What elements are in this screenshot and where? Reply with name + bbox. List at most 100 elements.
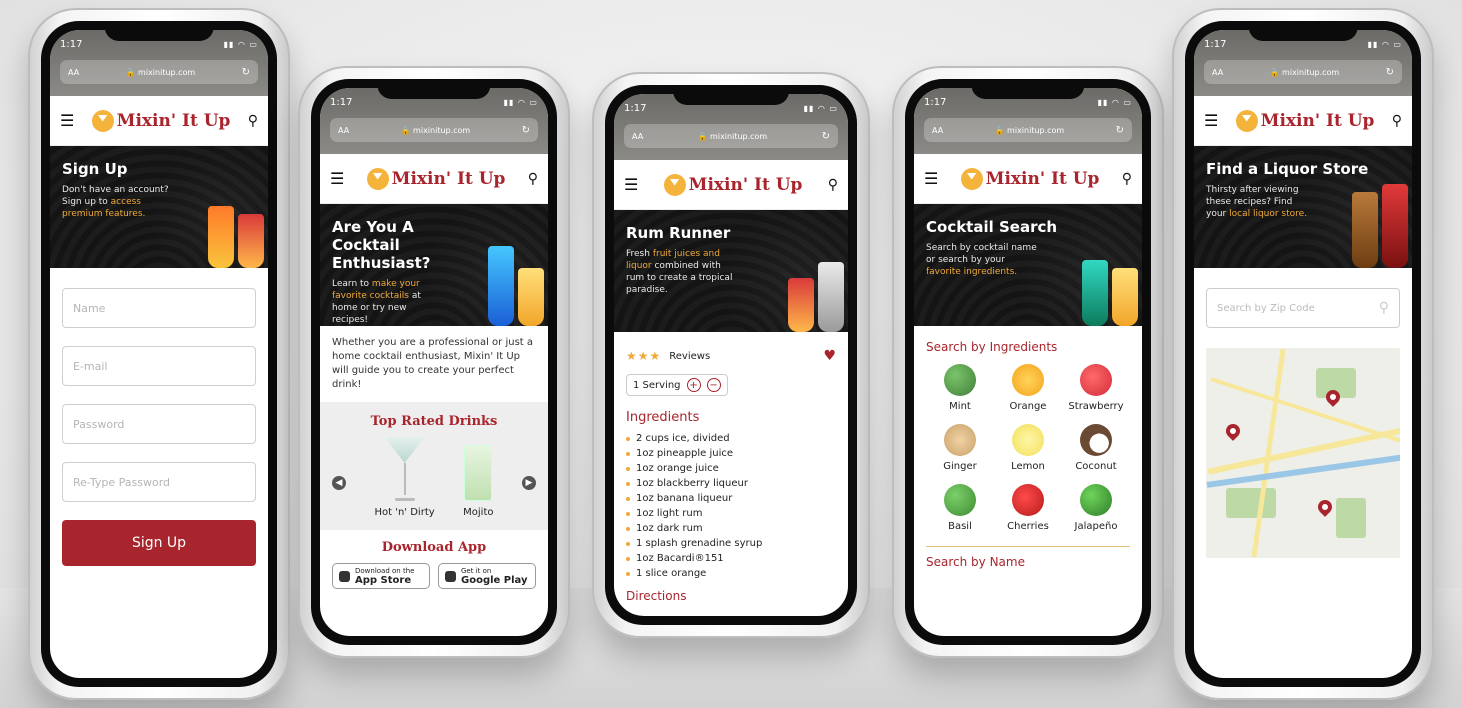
signal-wifi-battery-icon: ▮▮ ◠ ▭	[1367, 39, 1402, 49]
shaker-image	[818, 262, 844, 332]
brand-logo[interactable]: Mixin' It Up	[366, 167, 506, 190]
status-time: 1:17	[624, 102, 647, 114]
url-bar[interactable]: AA 🔒 mixinitup.com ↻	[60, 60, 258, 84]
reload-icon[interactable]: ↻	[1116, 125, 1124, 136]
app-store-button[interactable]: Download on the App Store	[332, 563, 430, 589]
signal-wifi-battery-icon: ▮▮ ◠ ▭	[503, 97, 538, 107]
top-rated-section: Top Rated Drinks ◀ Hot 'n' Dirty Mojito …	[320, 402, 548, 530]
screen-signup: 1:17 ▮▮ ◠ ▭ AA 🔒 mixinitup.com ↻ ☰ Mixin' I…	[50, 30, 268, 678]
ingredient-ginger[interactable]: Ginger	[926, 424, 994, 472]
cocktail-glass-icon	[960, 167, 983, 190]
ingredient-lemon[interactable]: Lemon	[994, 424, 1062, 472]
hero-title: Sign Up	[62, 160, 128, 178]
brand-logo[interactable]: Mixin' It Up	[960, 167, 1099, 190]
zip-search-input[interactable]: Search by Zip Code ⚲	[1206, 288, 1400, 328]
google-play-button[interactable]: Get it on Google Play	[438, 563, 536, 589]
ingredient-orange[interactable]: Orange	[994, 364, 1062, 412]
menu-icon[interactable]: ☰	[924, 169, 938, 188]
home-content: Whether you are a professional or just a…	[320, 326, 548, 636]
mojito-glass-image	[464, 445, 493, 501]
favorite-heart-icon[interactable]: ♥	[823, 348, 836, 364]
lemon-icon	[1012, 424, 1044, 456]
hero-highlight-link[interactable]: local liquor store.	[1229, 209, 1307, 219]
text-size-button[interactable]: AA	[632, 132, 643, 141]
search-content: Search by Ingredients Mint Orange Strawb…	[914, 326, 1142, 636]
password-field[interactable]: Password	[62, 404, 256, 444]
ingredient-jalapeno[interactable]: Jalapeño	[1062, 484, 1130, 532]
menu-icon[interactable]: ☰	[60, 111, 74, 130]
signal-wifi-battery-icon: ▮▮ ◠ ▭	[223, 39, 258, 49]
minus-icon[interactable]: −	[706, 378, 721, 392]
store-pin-icon[interactable]	[1223, 421, 1243, 441]
search-icon[interactable]: ⚲	[1122, 171, 1132, 187]
text-size-button[interactable]: AA	[1212, 68, 1223, 77]
brand-name: Mixin' It Up	[688, 174, 803, 195]
store-pin-icon[interactable]	[1315, 497, 1335, 517]
reviews-link[interactable]: Reviews	[669, 351, 823, 362]
serving-value: 1 Serving	[633, 379, 681, 391]
reload-icon[interactable]: ↻	[1386, 67, 1394, 78]
cocktail-glass-icon	[1235, 109, 1258, 132]
drink-card[interactable]: Hot 'n' Dirty	[374, 437, 435, 518]
name-field[interactable]: Name	[62, 288, 256, 328]
cocktail-glass-icon	[366, 167, 389, 190]
reload-icon[interactable]: ↻	[242, 67, 250, 78]
ingredient-coconut[interactable]: Coconut	[1062, 424, 1130, 472]
reload-icon[interactable]: ↻	[822, 131, 830, 142]
drink-card[interactable]: Mojito	[463, 445, 494, 518]
carousel-prev-icon[interactable]: ◀	[332, 476, 346, 490]
status-time: 1:17	[330, 96, 353, 108]
sign-up-button[interactable]: Sign Up	[62, 520, 256, 566]
url-bar[interactable]: AA 🔒 mixinitup.com ↻	[924, 118, 1132, 142]
brand-logo[interactable]: Mixin' It Up	[663, 173, 803, 196]
brand-logo[interactable]: Mixin' It Up	[1235, 109, 1374, 132]
menu-icon[interactable]: ☰	[1204, 111, 1218, 130]
retype-password-field[interactable]: Re-Type Password	[62, 462, 256, 502]
text-size-button[interactable]: AA	[932, 126, 943, 135]
ingredient-cherries[interactable]: Cherries	[994, 484, 1062, 532]
hero-text: Thirsty after viewing these recipes? Fin…	[1206, 184, 1313, 220]
site-header: ☰ Mixin' It Up ⚲	[50, 96, 268, 146]
carousel-next-icon[interactable]: ▶	[521, 476, 536, 490]
search-icon[interactable]: ⚲	[528, 171, 538, 187]
recipe-content: ★★★ Reviews ♥ 1 Serving + − Ingredients …	[614, 332, 848, 616]
search-icon[interactable]: ⚲	[1392, 113, 1402, 129]
list-item: 1oz blackberry liqueur	[626, 476, 836, 491]
text-size-button[interactable]: AA	[68, 68, 79, 77]
search-icon[interactable]: ⚲	[248, 113, 258, 129]
brand-name: Mixin' It Up	[391, 168, 506, 189]
email-field[interactable]: E-mail	[62, 346, 256, 386]
hero-highlight-link[interactable]: favorite ingredients.	[926, 267, 1017, 277]
site-header: ☰ Mixin' It Up ⚲	[1194, 96, 1412, 146]
drink-glass	[518, 268, 544, 326]
list-item: 1oz dark rum	[626, 521, 836, 536]
search-by-name-title: Search by Name	[926, 555, 1025, 569]
store-big-text: App Store	[355, 574, 412, 586]
ingredient-label: Orange	[1009, 401, 1047, 412]
top-rated-title: Top Rated Drinks	[370, 414, 498, 429]
url-value: mixinitup.com	[413, 125, 471, 135]
url-bar[interactable]: AA 🔒 mixinitup.com ↻	[624, 124, 838, 148]
search-icon[interactable]: ⚲	[1379, 300, 1389, 316]
hero-text-part: Search by cocktail name or search by you…	[926, 243, 1037, 266]
text-size-button[interactable]: AA	[338, 126, 349, 135]
ingredient-basil[interactable]: Basil	[926, 484, 994, 532]
screen-home: 1:17 ▮▮ ◠ ▭ AA 🔒 mixinitup.com ↻ ☰ Mixin' I…	[320, 88, 548, 636]
reload-icon[interactable]: ↻	[522, 125, 530, 136]
store-map[interactable]	[1206, 348, 1400, 558]
star-rating[interactable]: ★★★	[626, 349, 661, 363]
menu-icon[interactable]: ☰	[330, 169, 344, 188]
ingredient-strawberry[interactable]: Strawberry	[1062, 364, 1130, 412]
url-bar[interactable]: AA 🔒 mixinitup.com ↻	[330, 118, 538, 142]
site-header: ☰ Mixin' It Up ⚲	[914, 154, 1142, 204]
menu-icon[interactable]: ☰	[624, 175, 638, 194]
hero-banner: Cocktail Search Search by cocktail name …	[914, 204, 1142, 326]
store-small-text: Get it on	[461, 566, 492, 575]
ingredient-mint[interactable]: Mint	[926, 364, 994, 412]
list-item: 1 slice orange	[626, 566, 836, 581]
search-icon[interactable]: ⚲	[828, 177, 838, 193]
url-bar[interactable]: AA 🔒 mixinitup.com ↻	[1204, 60, 1402, 84]
plus-icon[interactable]: +	[686, 378, 701, 392]
site-header: ☰ Mixin' It Up ⚲	[320, 154, 548, 204]
brand-logo[interactable]: Mixin' It Up	[91, 109, 230, 132]
